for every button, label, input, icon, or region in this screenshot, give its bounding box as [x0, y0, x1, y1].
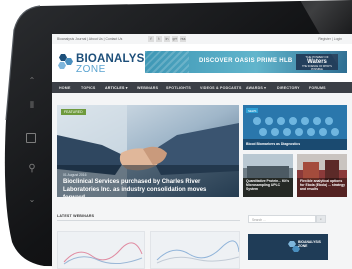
search-button[interactable]: ⌕	[316, 215, 326, 223]
hexagon-logo-icon[interactable]	[57, 53, 73, 69]
photo-stage: ⌃ ⦀ ⚲ ⌄ Bioanalysis Journal | About Us |…	[0, 0, 352, 269]
googleplus-icon[interactable]: g+	[172, 36, 178, 42]
nav-webinars[interactable]: WEBINARS	[137, 86, 158, 90]
search-input[interactable]: Search ...	[248, 215, 316, 223]
featured-tag: FEATURED	[61, 109, 86, 115]
rss-icon[interactable]: rss	[180, 36, 186, 42]
banner-brand-bottom: THE SCIENCE OF WHAT'S POSSIBLE	[302, 65, 332, 71]
search-icon[interactable]: ⚲	[26, 163, 38, 174]
nav-spotlights[interactable]: SPOTLIGHTS	[166, 86, 191, 90]
sidebar-advert[interactable]: BIOANALYSIS ZONE	[248, 234, 328, 260]
tablet-device: ⌃ ⦀ ⚲ ⌄ Bioanalysis Journal | About Us |…	[0, 0, 352, 269]
chevron-down-icon[interactable]: ⌄	[27, 195, 37, 204]
site-header: BIOANALYSIS ZONE DISCOVER OASIS PRIME HL…	[52, 44, 352, 82]
news-tile-1[interactable]: NEWS Blood Biomarkers as Diagnostics	[243, 105, 347, 150]
news-tile-3-title: Flexible analytical options for Ebola (E…	[300, 179, 346, 192]
news-tile-1-title: Blood Biomarkers as Diagnostics	[246, 142, 301, 146]
main-nav: HOME TOPICS ARTICLES ▾ WEBINARS SPOTLIGH…	[52, 82, 352, 93]
ad-logo-bottom: ZONE	[298, 244, 308, 248]
latest-webinars-heading: LATEST WEBINARS	[57, 214, 95, 218]
section-divider	[57, 220, 240, 221]
nav-forums[interactable]: FORUMS	[309, 86, 326, 90]
tablet-screen: Bioanalysis Journal | About Us | Contact…	[52, 34, 352, 269]
nav-directory[interactable]: DIRECTORY	[277, 86, 300, 90]
nav-home[interactable]: HOME	[59, 86, 71, 90]
ad-logo-text: BIOANALYSIS ZONE	[298, 240, 321, 248]
webinar-card-2[interactable]	[150, 231, 240, 269]
news-tile-2[interactable]: Quantitative Protein... Kit's Microsampl…	[243, 154, 293, 197]
nav-topics[interactable]: TOPICS	[81, 86, 96, 90]
facebook-icon[interactable]: f	[148, 36, 154, 42]
featured-date: 01 August 2016	[63, 173, 87, 177]
news-tile-1-tag: NEWS	[246, 108, 259, 114]
nav-videos-podcasts[interactable]: VIDEOS & PODCASTS	[200, 86, 242, 90]
account-links[interactable]: Register | Login	[318, 37, 342, 41]
social-icons: f t in g+ rss	[148, 36, 186, 42]
webinar-card-1[interactable]	[57, 231, 145, 269]
news-tile-2-title: Quantitative Protein... Kit's Microsampl…	[246, 179, 290, 192]
square-icon[interactable]	[26, 133, 36, 143]
featured-article[interactable]: FEATURED 01 August 2016 Bioclinical Serv…	[57, 105, 239, 197]
twitter-icon[interactable]: t	[156, 36, 162, 42]
chevron-up-icon[interactable]: ⌃	[27, 76, 37, 85]
advert-banner[interactable]: DISCOVER OASIS PRIME HLB THE POWER OF Wa…	[145, 51, 347, 73]
nav-awards[interactable]: AWARDS ▾	[246, 86, 266, 90]
menu-icon[interactable]: ⦀	[27, 101, 37, 111]
nav-articles[interactable]: ARTICLES ▾	[105, 86, 128, 90]
banner-headline: DISCOVER OASIS PRIME HLB	[199, 58, 293, 64]
webinar-thumbnail-1	[58, 232, 144, 268]
banner-pattern	[145, 51, 189, 73]
featured-title[interactable]: Bioclinical Services purchased by Charle…	[63, 178, 228, 197]
utility-links[interactable]: Bioanalysis Journal | About Us | Contact…	[57, 37, 122, 41]
news-tile-3[interactable]: Flexible analytical options for Ebola (E…	[297, 154, 347, 197]
banner-brand-box: THE POWER OF Waters THE SCIENCE OF WHAT'…	[296, 54, 338, 71]
webinar-thumbnail-2	[151, 232, 239, 268]
logo-subtitle[interactable]: ZONE	[76, 64, 106, 75]
utility-bar: Bioanalysis Journal | About Us | Contact…	[52, 34, 352, 44]
linkedin-icon[interactable]: in	[164, 36, 170, 42]
